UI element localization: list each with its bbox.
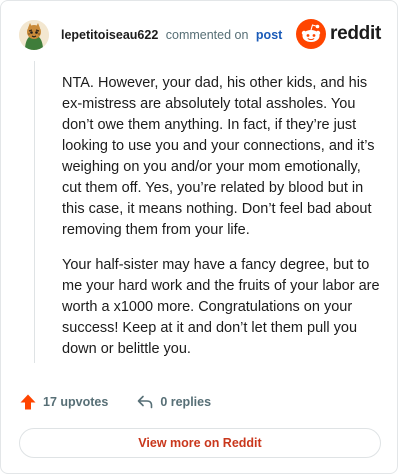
post-link[interactable]: post <box>256 28 282 42</box>
reply-arrow-icon <box>138 395 153 409</box>
reddit-wordmark: reddit <box>330 23 381 44</box>
replies-button[interactable]: 0 replies <box>136 393 211 411</box>
comment-paragraph-1: NTA. However, your dad, his other kids, … <box>62 75 375 238</box>
reply-count: 0 replies <box>160 395 212 409</box>
comment-body: NTA. However, your dad, his other kids, … <box>62 73 380 374</box>
reddit-logo-icon <box>296 19 327 49</box>
comment-actions: 17 upvotes 0 replies <box>19 393 211 411</box>
thread-line[interactable] <box>34 61 35 363</box>
upvote-arrow-icon <box>20 394 36 410</box>
comment-header: lepetitoiseau622 commented on post reddi… <box>19 17 381 53</box>
comment-embed-card: lepetitoiseau622 commented on post reddi… <box>0 0 398 474</box>
username-link[interactable]: lepetitoiseau622 <box>61 28 158 42</box>
avatar-icon[interactable] <box>19 20 49 50</box>
view-more-button[interactable]: View more on Reddit <box>19 428 381 458</box>
comment-meta: lepetitoiseau622 commented on post <box>61 28 282 42</box>
upvote-count: 17 upvotes <box>43 395 109 409</box>
comment-paragraph-2: Your half-sister may have a fancy degree… <box>62 257 380 357</box>
reddit-brand[interactable]: reddit <box>296 19 381 49</box>
upvote-button[interactable]: 17 upvotes <box>19 393 108 411</box>
commented-on-text: commented on <box>165 28 249 42</box>
